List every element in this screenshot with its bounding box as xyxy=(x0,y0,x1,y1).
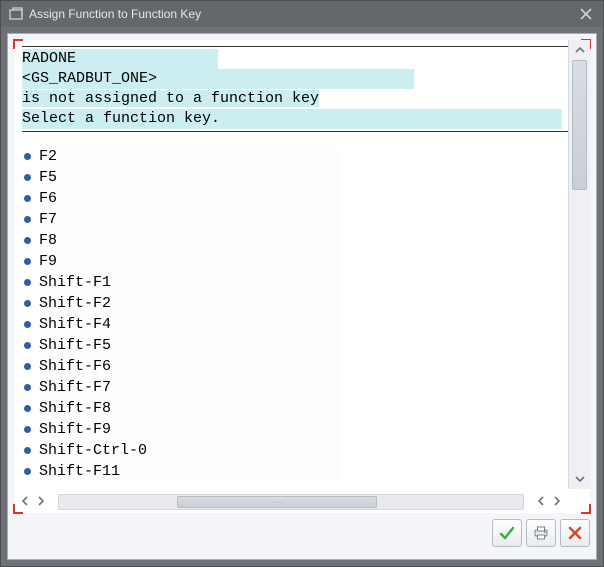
list-item-label: F6 xyxy=(39,188,339,209)
bullet-icon xyxy=(24,447,31,454)
list-item[interactable]: Shift-F2 xyxy=(22,293,582,314)
list-item[interactable]: F8 xyxy=(22,230,582,251)
horizontal-scrollbar[interactable]: ··· xyxy=(58,494,524,510)
list-item-label: F8 xyxy=(39,230,339,251)
window-icon xyxy=(9,7,23,21)
scrollbar-track[interactable] xyxy=(569,60,590,469)
bullet-icon xyxy=(24,237,31,244)
list-item[interactable]: F6 xyxy=(22,188,582,209)
list-item[interactable]: Shift-F4 xyxy=(22,314,582,335)
list-item[interactable]: Shift-F8 xyxy=(22,398,582,419)
hscroll-right-buttons xyxy=(534,491,564,511)
list-item-label: Shift-Ctrl-0 xyxy=(39,440,339,461)
scroll-right-icon[interactable] xyxy=(34,492,48,510)
scroll-left-icon[interactable] xyxy=(18,492,32,510)
bullet-icon xyxy=(24,384,31,391)
cancel-button[interactable] xyxy=(560,519,590,547)
list-item[interactable]: Shift-F9 xyxy=(22,419,582,440)
list-item[interactable]: F7 xyxy=(22,209,582,230)
bullet-icon xyxy=(24,468,31,475)
bullet-icon xyxy=(24,405,31,412)
list-item[interactable]: F5 xyxy=(22,167,582,188)
list-item-label: Shift-F1 xyxy=(39,272,339,293)
list-item-label: F2 xyxy=(39,146,339,167)
content-frame: RADONE <GS_RADBUT_ONE> is not assigned t… xyxy=(7,33,597,560)
list-item-label: Shift-F9 xyxy=(39,419,339,440)
list-item-label: F5 xyxy=(39,167,339,188)
bullet-icon xyxy=(24,342,31,349)
function-key-list: F2F5F6F7F8F9Shift-F1Shift-F2Shift-F4Shif… xyxy=(22,146,582,482)
print-button[interactable] xyxy=(526,519,556,547)
confirm-button[interactable] xyxy=(492,519,522,547)
list-item-label: Shift-F2 xyxy=(39,293,339,314)
hscroll-left-buttons xyxy=(18,491,48,511)
titlebar: Assign Function to Function Key xyxy=(1,1,603,27)
list-item-label: Shift-F4 xyxy=(39,314,339,335)
bullet-icon xyxy=(24,363,31,370)
header-line-2: <GS_RADBUT_ONE> xyxy=(22,69,414,89)
content-panel: RADONE <GS_RADBUT_ONE> is not assigned t… xyxy=(14,40,590,513)
hscroll-thumb[interactable]: ··· xyxy=(177,496,377,508)
header-block: RADONE <GS_RADBUT_ONE> is not assigned t… xyxy=(22,46,582,132)
bullet-icon xyxy=(24,426,31,433)
header-line-1: RADONE xyxy=(22,49,218,69)
list-item[interactable]: Shift-F7 xyxy=(22,377,582,398)
close-icon[interactable] xyxy=(575,5,597,23)
bullet-icon xyxy=(24,321,31,328)
list-item[interactable]: Shift-F6 xyxy=(22,356,582,377)
scroll-area: RADONE <GS_RADBUT_ONE> is not assigned t… xyxy=(14,40,590,489)
scrollbar-thumb[interactable] xyxy=(572,60,587,190)
header-line-4: Select a function key. xyxy=(22,109,562,129)
header-line-3: is not assigned to a function key xyxy=(22,90,319,107)
list-item[interactable]: Shift-F5 xyxy=(22,335,582,356)
dialog-window: Assign Function to Function Key RADONE <… xyxy=(0,0,604,567)
list-item-label: Shift-F7 xyxy=(39,377,339,398)
bullet-icon xyxy=(24,174,31,181)
button-bar xyxy=(492,519,590,553)
corner-marker xyxy=(581,504,591,514)
vertical-scrollbar[interactable] xyxy=(568,40,590,489)
list-item-label: F9 xyxy=(39,251,339,272)
scroll-down-icon[interactable] xyxy=(569,469,591,489)
list-item-label: Shift-F6 xyxy=(39,356,339,377)
list-item-label: Shift-F5 xyxy=(39,335,339,356)
list-item[interactable]: Shift-Ctrl-0 xyxy=(22,440,582,461)
bullet-icon xyxy=(24,195,31,202)
scroll-right-icon[interactable] xyxy=(550,492,564,510)
bullet-icon xyxy=(24,300,31,307)
list-item-label: Shift-F11 xyxy=(39,461,339,482)
list-item[interactable]: Shift-F11 xyxy=(22,461,582,482)
bullet-icon xyxy=(24,216,31,223)
list-item[interactable]: F9 xyxy=(22,251,582,272)
list-item[interactable]: Shift-F1 xyxy=(22,272,582,293)
scroll-left-icon[interactable] xyxy=(534,492,548,510)
bullet-icon xyxy=(24,258,31,265)
list-item-label: Shift-F8 xyxy=(39,398,339,419)
list-item-label: F7 xyxy=(39,209,339,230)
bullet-icon xyxy=(24,279,31,286)
list-item[interactable]: F2 xyxy=(22,146,582,167)
bullet-icon xyxy=(24,153,31,160)
window-title: Assign Function to Function Key xyxy=(29,7,575,21)
scroll-up-icon[interactable] xyxy=(569,40,591,60)
